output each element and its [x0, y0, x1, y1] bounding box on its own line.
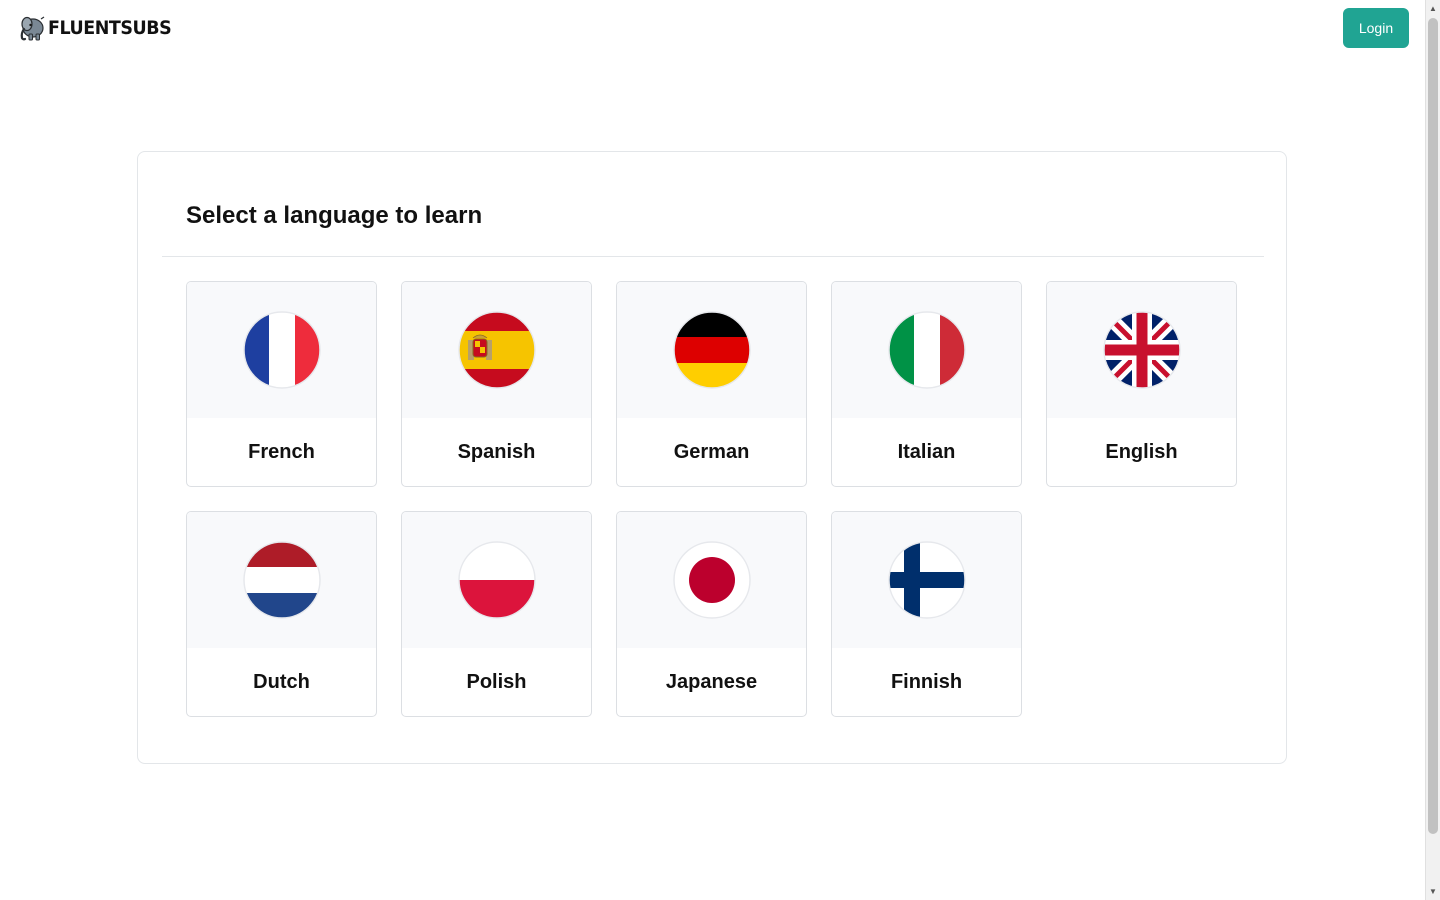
language-tile-spanish[interactable]: Spanish — [401, 281, 592, 487]
flag-area — [187, 282, 376, 418]
language-tile-dutch[interactable]: Dutch — [186, 511, 377, 717]
divider — [162, 256, 1264, 257]
scrollbar-thumb[interactable] — [1428, 18, 1438, 834]
flag-area — [832, 512, 1021, 648]
language-label: Spanish — [457, 440, 536, 463]
logo-text: FLUENTSUBS — [48, 17, 172, 39]
japan-flag-icon — [672, 541, 751, 619]
scroll-down-icon[interactable]: ▼ — [1426, 884, 1440, 898]
italy-flag-icon — [887, 311, 966, 389]
language-label: German — [673, 440, 750, 463]
poland-flag-icon — [457, 541, 536, 619]
language-tile-french[interactable]: French — [186, 281, 377, 487]
finland-flag-icon — [887, 541, 966, 619]
language-label: Finnish — [890, 670, 963, 693]
top-bar: FLUENTSUBS Login — [0, 0, 1425, 56]
france-flag-icon — [242, 311, 321, 389]
language-label: English — [1105, 440, 1178, 463]
elephant-mascot-icon — [20, 16, 45, 41]
language-tile-japanese[interactable]: Japanese — [616, 511, 807, 717]
language-tile-english[interactable]: English — [1046, 281, 1237, 487]
language-label: Italian — [897, 440, 956, 463]
login-button[interactable]: Login — [1343, 8, 1409, 48]
language-label: Polish — [466, 670, 527, 693]
language-tile-italian[interactable]: Italian — [831, 281, 1022, 487]
flag-area — [187, 512, 376, 648]
flag-area — [1047, 282, 1236, 418]
vertical-scrollbar[interactable]: ▲ ▼ — [1425, 0, 1440, 900]
language-selector-card: Select a language to learn French Spanis… — [137, 151, 1287, 764]
netherlands-flag-icon — [242, 541, 321, 619]
spain-flag-icon — [457, 311, 536, 389]
uk-flag-icon — [1102, 311, 1181, 389]
flag-area — [402, 512, 591, 648]
language-label: French — [248, 440, 315, 463]
language-grid: French Spanish German Italian English Du… — [186, 281, 1237, 717]
scroll-up-icon[interactable]: ▲ — [1426, 1, 1440, 15]
language-tile-german[interactable]: German — [616, 281, 807, 487]
flag-area — [402, 282, 591, 418]
germany-flag-icon — [672, 311, 751, 389]
language-label: Japanese — [665, 670, 758, 693]
page-title: Select a language to learn — [186, 202, 483, 229]
flag-area — [617, 282, 806, 418]
language-tile-polish[interactable]: Polish — [401, 511, 592, 717]
language-tile-finnish[interactable]: Finnish — [831, 511, 1022, 717]
language-label: Dutch — [253, 670, 310, 693]
flag-area — [617, 512, 806, 648]
app-logo[interactable]: FLUENTSUBS — [16, 12, 182, 44]
flag-area — [832, 282, 1021, 418]
